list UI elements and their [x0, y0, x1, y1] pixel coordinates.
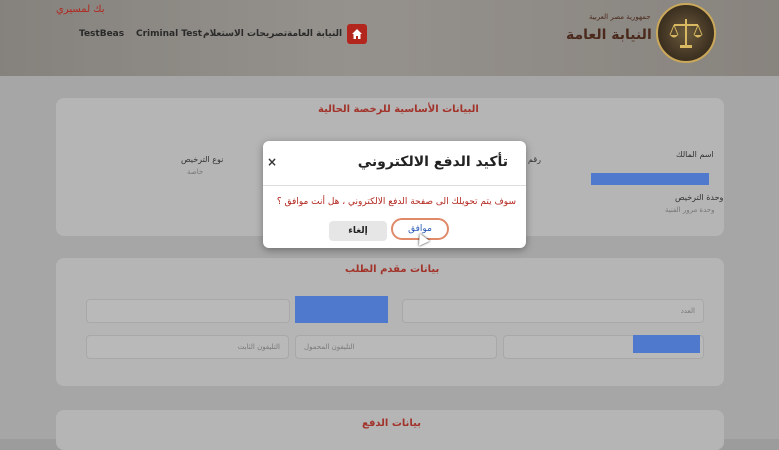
dialog-title: تأكيد الدفع الالكتروني	[357, 154, 508, 170]
home-button[interactable]	[347, 24, 367, 44]
payment-confirm-dialog: × تأكيد الدفع الالكتروني سوف يتم تحويلك …	[263, 141, 526, 248]
count-placeholder: العدد	[680, 307, 695, 315]
user-link[interactable]: بك لمسيري	[56, 4, 105, 15]
license-type-value: خاصة	[187, 168, 204, 176]
home-icon	[352, 29, 362, 39]
mobile-placeholder: التليفون المحمول	[304, 343, 355, 351]
brand-title: النيابة العامة	[566, 27, 652, 43]
applicant-title: بيانات مقدم الطلب	[345, 264, 440, 275]
owner-name-redacted	[591, 173, 709, 185]
nav-testbeas[interactable]: TestBeas	[79, 29, 124, 39]
owner-name-label: اسم المالك	[676, 150, 714, 159]
mobile-input[interactable]: التليفون المحمول	[295, 335, 497, 359]
license-info-title: البيانات الأساسية للرخصة الحالية	[318, 104, 479, 115]
dialog-divider	[263, 185, 526, 186]
brand-subtitle: جمهورية مصر العربية	[589, 13, 651, 21]
payment-title: بيانات الدفع	[362, 418, 421, 429]
nav-public-prosecution[interactable]: النيابة العامة	[287, 29, 342, 39]
license-unit-value: وحدة مرور الفنية	[665, 206, 715, 214]
nav-criminal-test[interactable]: Criminal Test	[136, 29, 202, 39]
scales-icon	[669, 19, 703, 48]
close-icon[interactable]: ×	[267, 155, 277, 169]
applicant-input-left[interactable]	[86, 299, 290, 323]
license-type-label: نوع الترخيص	[181, 155, 224, 164]
license-unit-label: وحدة الترخيص	[675, 193, 724, 202]
logo	[656, 3, 716, 63]
landline-placeholder: التليفون الثابت	[237, 343, 280, 351]
landline-input[interactable]: التليفون الثابت	[86, 335, 289, 359]
cancel-button[interactable]: إلغاء	[329, 221, 387, 241]
redacted-block-2	[633, 335, 700, 353]
number-label: رقم	[528, 155, 542, 164]
payment-card	[56, 410, 724, 450]
redacted-block-1	[295, 296, 388, 323]
dialog-message: سوف يتم تحويلك الى صفحة الدفع الالكتروني…	[276, 197, 516, 207]
count-input[interactable]: العدد	[402, 299, 704, 323]
nav-query-permits[interactable]: تصريحات الاستعلام	[203, 29, 287, 39]
